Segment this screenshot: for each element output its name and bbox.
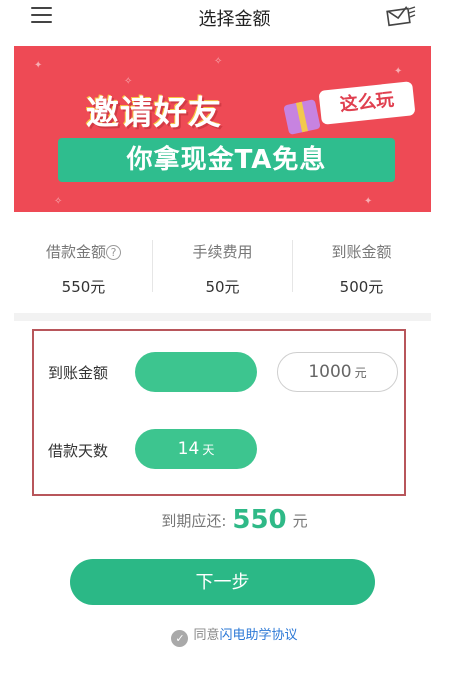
due-unit: 元 bbox=[292, 512, 308, 530]
agreement-link[interactable]: 闪电助学协议 bbox=[220, 628, 298, 643]
checkmark-icon[interactable]: ✓ bbox=[171, 630, 189, 647]
fee-label: 手续费用 bbox=[192, 243, 253, 261]
fee-label: 借款金额 bbox=[45, 243, 106, 261]
due-amount: 550 bbox=[232, 505, 287, 535]
fee-service-charge: 手续费用 50元 bbox=[153, 230, 292, 298]
option-unit: 元 bbox=[354, 366, 367, 380]
option-value: 1000 bbox=[308, 362, 352, 382]
section-divider bbox=[14, 313, 431, 321]
top-bar: 选择金额 bbox=[0, 0, 469, 38]
amount-option-selected[interactable] bbox=[135, 352, 257, 392]
fee-label: 到账金额 bbox=[331, 243, 392, 261]
days-option-14[interactable]: 14 天 bbox=[135, 429, 257, 469]
banner-subline: 你拿现金TA免息 bbox=[58, 138, 395, 182]
due-amount-line: 到期应还: 550 元 bbox=[0, 505, 469, 535]
help-icon[interactable]: ? bbox=[106, 245, 121, 260]
gift-icon bbox=[283, 99, 321, 135]
fee-value: 500元 bbox=[339, 278, 384, 296]
banner-tag: 这么玩 bbox=[318, 81, 416, 125]
promo-banner[interactable]: ✦ ✧ ✦ ✧ ✦ ✧ 邀请好友 这么玩 你拿现金TA免息 bbox=[14, 46, 431, 212]
next-step-button[interactable]: 下一步 bbox=[70, 559, 375, 605]
days-row-label: 借款天数 bbox=[48, 442, 109, 460]
due-label: 到期应还: bbox=[161, 512, 227, 530]
fee-summary: 借款金额? 550元 手续费用 50元 到账金额 500元 bbox=[14, 230, 431, 298]
banner-headline: 邀请好友 bbox=[86, 93, 222, 132]
option-unit: 天 bbox=[202, 443, 215, 457]
loan-options-panel: 到账金额 1000 元 借款天数 14 天 bbox=[32, 329, 406, 496]
agreement-prefix: 同意 bbox=[193, 628, 220, 643]
fee-value: 50元 bbox=[205, 278, 240, 296]
amount-option-1000[interactable]: 1000 元 bbox=[277, 352, 398, 392]
mail-icon[interactable] bbox=[386, 5, 416, 27]
agreement-line: ✓ 同意闪电助学协议 bbox=[0, 624, 469, 647]
option-value: 14 bbox=[177, 439, 200, 459]
fee-loan-amount: 借款金额? 550元 bbox=[14, 230, 153, 298]
fee-value: 550元 bbox=[61, 278, 106, 296]
fee-received-amount: 到账金额 500元 bbox=[292, 230, 431, 298]
amount-row-label: 到账金额 bbox=[48, 364, 109, 382]
